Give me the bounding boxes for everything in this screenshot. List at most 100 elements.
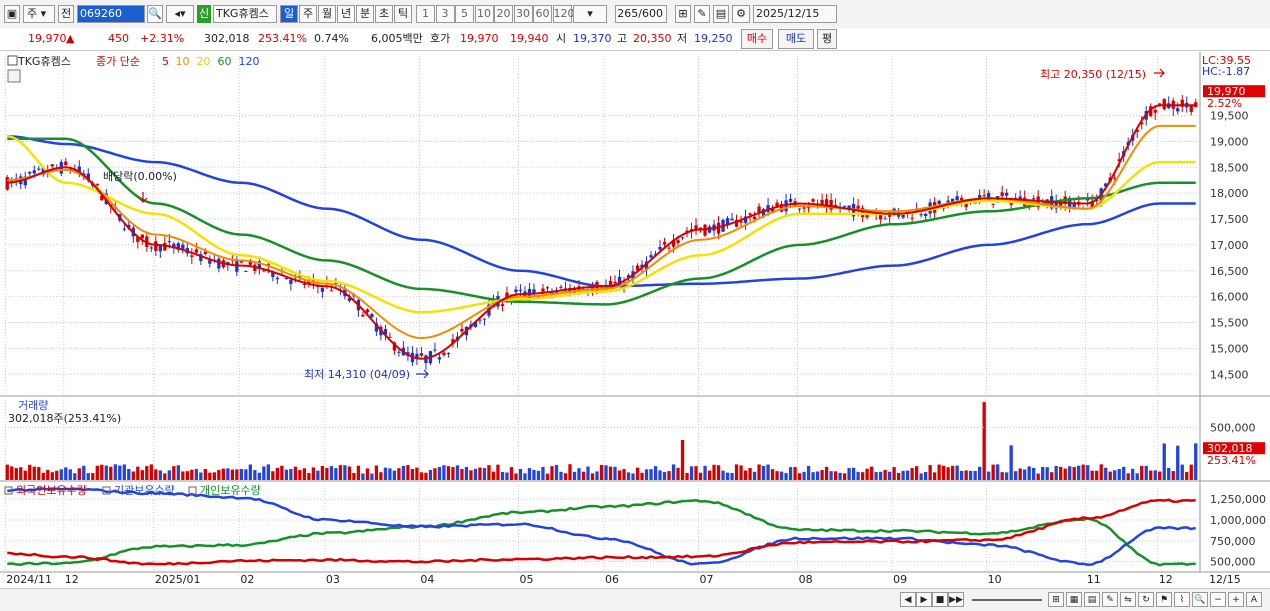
volume-bar xyxy=(244,469,248,480)
period-tab-1[interactable]: 주 xyxy=(299,5,317,23)
x-tick-label: 07 xyxy=(700,573,714,586)
layout-icon[interactable]: ⊞ xyxy=(1048,592,1064,607)
interval-button-10[interactable]: 10 xyxy=(474,5,494,23)
candle-body xyxy=(194,249,198,253)
zoom-search-icon[interactable]: 🔍 xyxy=(1192,592,1208,607)
sync-icon[interactable]: ↻ xyxy=(1138,592,1154,607)
stock-code-input[interactable]: 069260 xyxy=(77,5,145,23)
volume-bar xyxy=(1086,465,1090,480)
drawing-icon[interactable]: ✎ xyxy=(1102,592,1118,607)
stop-icon[interactable]: ■ xyxy=(932,592,948,607)
zoom-slider[interactable] xyxy=(972,599,1042,601)
quote-low: 19,250 xyxy=(694,32,733,45)
candle-body xyxy=(662,241,667,245)
candle-body xyxy=(37,168,41,170)
volume-bar xyxy=(698,472,703,480)
date-input[interactable]: 2025/12/15 xyxy=(753,5,837,23)
volume-bar xyxy=(662,472,667,480)
compare-icon[interactable]: ⇋ xyxy=(1120,592,1136,607)
interval-button-20[interactable]: 20 xyxy=(494,5,513,23)
volume-bar xyxy=(199,472,203,480)
period-tab-6[interactable]: 틱 xyxy=(394,5,412,23)
volume-bar xyxy=(1054,465,1058,480)
volume-bar xyxy=(437,466,442,480)
price-y-tick-label: 18,500 xyxy=(1210,161,1249,174)
sound-icon[interactable]: ◂▾ xyxy=(166,5,194,23)
interval-button-3[interactable]: 3 xyxy=(435,5,455,23)
chart-tools-icon[interactable]: ⊞ xyxy=(675,5,691,23)
window-menu-icon[interactable]: ▣ xyxy=(4,5,20,23)
scroll-prev-icon[interactable]: ◀ xyxy=(900,592,916,607)
count-input[interactable]: 265/600 xyxy=(615,5,667,23)
chart-type-icon[interactable]: ⌇ xyxy=(1174,592,1190,607)
fast-forward-icon[interactable]: ▶▶ xyxy=(948,592,964,607)
grid-icon[interactable]: ▦ xyxy=(1066,592,1082,607)
volume-bar xyxy=(892,467,896,480)
font-size-icon[interactable]: A xyxy=(1246,592,1262,607)
period-tab-5[interactable]: 초 xyxy=(375,5,393,23)
volume-bar xyxy=(752,471,757,480)
x-tick-label: 2024/11 xyxy=(6,573,52,586)
prev-button[interactable]: 전 xyxy=(58,5,74,23)
volume-bar xyxy=(370,473,374,480)
volume-bar xyxy=(73,473,77,480)
candle-body xyxy=(217,258,221,269)
candle-body xyxy=(419,353,424,356)
volume-bar xyxy=(325,467,329,480)
table-icon[interactable]: ▤ xyxy=(1084,592,1100,607)
save-icon[interactable]: ▤ xyxy=(713,5,729,23)
interval-button-120[interactable]: 120 xyxy=(552,5,575,23)
volume-bar xyxy=(865,468,869,480)
volume-bar xyxy=(824,466,829,480)
play-icon[interactable]: ▶ xyxy=(916,592,932,607)
period-tab-3[interactable]: 년 xyxy=(337,5,355,23)
volume-bar xyxy=(685,472,689,480)
interval-dropdown[interactable]: ▾ xyxy=(573,5,607,23)
candle-body xyxy=(806,207,811,209)
interval-button-1[interactable]: 1 xyxy=(416,5,435,23)
volume-bar xyxy=(572,471,577,480)
volume-bar xyxy=(802,471,806,480)
flat-button[interactable]: 평 xyxy=(817,29,837,49)
volume-bar xyxy=(158,470,162,480)
candle-body xyxy=(518,289,523,291)
volume-bar xyxy=(617,470,622,480)
price-legend-item: TKG휴켐스 xyxy=(17,55,71,68)
zoom-in-icon[interactable]: + xyxy=(1228,592,1244,607)
candle-body xyxy=(446,352,451,354)
volume-bar xyxy=(960,470,964,480)
holdings-legend-item: 기관보유수량 xyxy=(114,484,175,497)
volume-bar xyxy=(937,464,941,480)
candle-body xyxy=(923,213,928,217)
volume-bar xyxy=(1135,473,1139,480)
sell-button[interactable]: 매도 xyxy=(778,29,814,49)
settings-gear-icon[interactable]: ⚙ xyxy=(732,5,750,23)
market-select[interactable]: 주 ▾ xyxy=(23,5,55,23)
volume-bar xyxy=(320,466,325,480)
interval-button-30[interactable]: 30 xyxy=(513,5,533,23)
period-tab-4[interactable]: 분 xyxy=(356,5,374,23)
candle-body xyxy=(748,213,752,215)
volume-bar xyxy=(847,468,851,480)
candle-body xyxy=(289,279,293,284)
draw-icon[interactable]: ✎ xyxy=(694,5,710,23)
volume-bar xyxy=(32,466,36,480)
volume-bar xyxy=(374,465,379,480)
volume-bar xyxy=(136,466,140,480)
volume-bar xyxy=(248,464,253,480)
period-tab-2[interactable]: 월 xyxy=(318,5,336,23)
interval-button-60[interactable]: 60 xyxy=(533,5,552,23)
interval-button-5[interactable]: 5 xyxy=(455,5,474,23)
volume-bar xyxy=(500,471,505,480)
toolbar: ▣ 주 ▾ 전 069260 🔍 ◂▾ 신 TKG휴켐스 일주월년분초틱 135… xyxy=(0,0,1270,29)
zoom-out-icon[interactable]: − xyxy=(1210,592,1226,607)
volume-bar xyxy=(608,466,613,480)
search-icon[interactable]: 🔍 xyxy=(147,5,163,23)
period-tab-0[interactable]: 일 xyxy=(280,5,298,23)
volume-bar xyxy=(19,467,23,480)
marker-icon[interactable]: ⚑ xyxy=(1156,592,1172,607)
stock-chart[interactable]: 19,500 19,000 18,500 18,000 17,500 17,000 16,5… xyxy=(0,52,1270,588)
buy-button[interactable]: 매수 xyxy=(741,29,773,49)
volume-bar xyxy=(856,471,860,480)
volume-bar xyxy=(122,464,126,480)
